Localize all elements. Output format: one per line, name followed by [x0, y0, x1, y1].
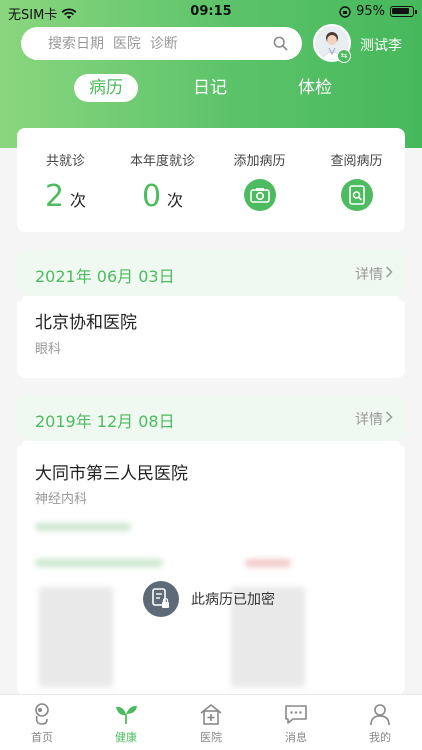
search-input[interactable]: [48, 35, 258, 52]
bottom-nav: 首页 健康 医院 消息 我的: [0, 694, 422, 750]
stat-year-unit: 次: [167, 191, 184, 210]
message-icon: [254, 701, 338, 727]
home-icon: [0, 701, 84, 727]
encrypted-text: 此病历已加密: [191, 592, 275, 608]
blurred-document: [39, 587, 113, 687]
add-record-label: 添加病历: [233, 154, 286, 169]
record-date: 2019年 12月 08日: [35, 412, 175, 431]
nav-profile[interactable]: 我的: [338, 701, 422, 745]
nav-health-label: 健康: [115, 731, 137, 744]
stat-year-visits: 本年度就诊 0次: [114, 128, 211, 214]
department: 神经内科: [35, 492, 88, 507]
stat-total-unit: 次: [70, 191, 87, 210]
record-detail-link[interactable]: 详情: [355, 264, 383, 284]
status-right: 95%: [339, 4, 417, 19]
stat-total-visits: 共就诊 2次: [17, 128, 114, 214]
stat-total-value: 2次: [17, 179, 114, 214]
switch-user-icon[interactable]: ⇆: [337, 49, 351, 63]
nav-home-label: 首页: [31, 731, 53, 744]
stat-year-number: 0: [141, 179, 162, 214]
user-name[interactable]: 测试李: [360, 35, 402, 55]
orientation-lock-icon: [339, 5, 351, 18]
card-notch: [399, 435, 405, 447]
lock-document-icon: [143, 581, 179, 617]
nav-messages[interactable]: 消息: [254, 701, 338, 745]
hospital-name: 大同市第三人民医院: [35, 464, 188, 484]
view-record-label: 查阅病历: [330, 154, 383, 169]
sprout-icon: [84, 701, 168, 727]
stats-card: 共就诊 2次 本年度就诊 0次 添加病历 查阅病历: [17, 128, 405, 232]
record-date: 2021年 06月 03日: [35, 267, 175, 286]
record-detail-link[interactable]: 详情: [355, 409, 383, 429]
nav-profile-label: 我的: [369, 731, 391, 744]
blurred-line: [245, 559, 291, 567]
battery-percent: 95%: [356, 4, 385, 19]
record-header: 2021年 06月 03日 详情: [17, 250, 405, 296]
battery-icon: [390, 6, 417, 17]
tab-medical-records[interactable]: 病历: [74, 74, 138, 102]
hospital-name: 北京协和医院: [35, 313, 137, 333]
department: 眼科: [35, 342, 62, 357]
add-record-button[interactable]: 添加病历: [211, 128, 308, 211]
record-card[interactable]: 2021年 06月 03日 详情 北京协和医院 眼科: [17, 250, 405, 378]
chevron-right-icon[interactable]: [385, 266, 393, 278]
blurred-line: [35, 523, 131, 531]
nav-messages-label: 消息: [285, 731, 307, 744]
profile-icon: [338, 701, 422, 727]
nav-home[interactable]: 首页: [0, 701, 84, 745]
view-record-button[interactable]: 查阅病历: [308, 128, 405, 211]
encrypted-notice: 此病历已加密: [143, 581, 275, 617]
tab-checkup[interactable]: 体检: [283, 74, 347, 102]
blurred-line: [35, 559, 163, 567]
nav-hospital[interactable]: 医院: [169, 701, 253, 745]
camera-icon[interactable]: [243, 179, 276, 211]
stat-total-label: 共就诊: [45, 154, 85, 169]
document-search-icon[interactable]: [340, 179, 373, 211]
record-tabs: 病历 日记 体检: [0, 74, 422, 104]
card-notch: [399, 290, 405, 302]
nav-hospital-label: 医院: [200, 731, 222, 744]
record-card[interactable]: 2019年 12月 08日 详情 大同市第三人民医院 神经内科: [17, 395, 405, 695]
stat-year-label: 本年度就诊: [129, 154, 195, 169]
chevron-right-icon[interactable]: [385, 411, 393, 423]
stat-total-number: 2: [44, 179, 65, 214]
tab-diary[interactable]: 日记: [178, 74, 242, 102]
search-icon[interactable]: [273, 36, 288, 51]
nav-health[interactable]: 健康: [84, 701, 168, 745]
status-bar: 无SIM卡 09:15 95%: [0, 0, 422, 24]
search-bar[interactable]: [21, 27, 302, 60]
hospital-icon: [169, 701, 253, 727]
record-header: 2019年 12月 08日 详情: [17, 395, 405, 441]
stat-year-value: 0次: [114, 179, 211, 214]
